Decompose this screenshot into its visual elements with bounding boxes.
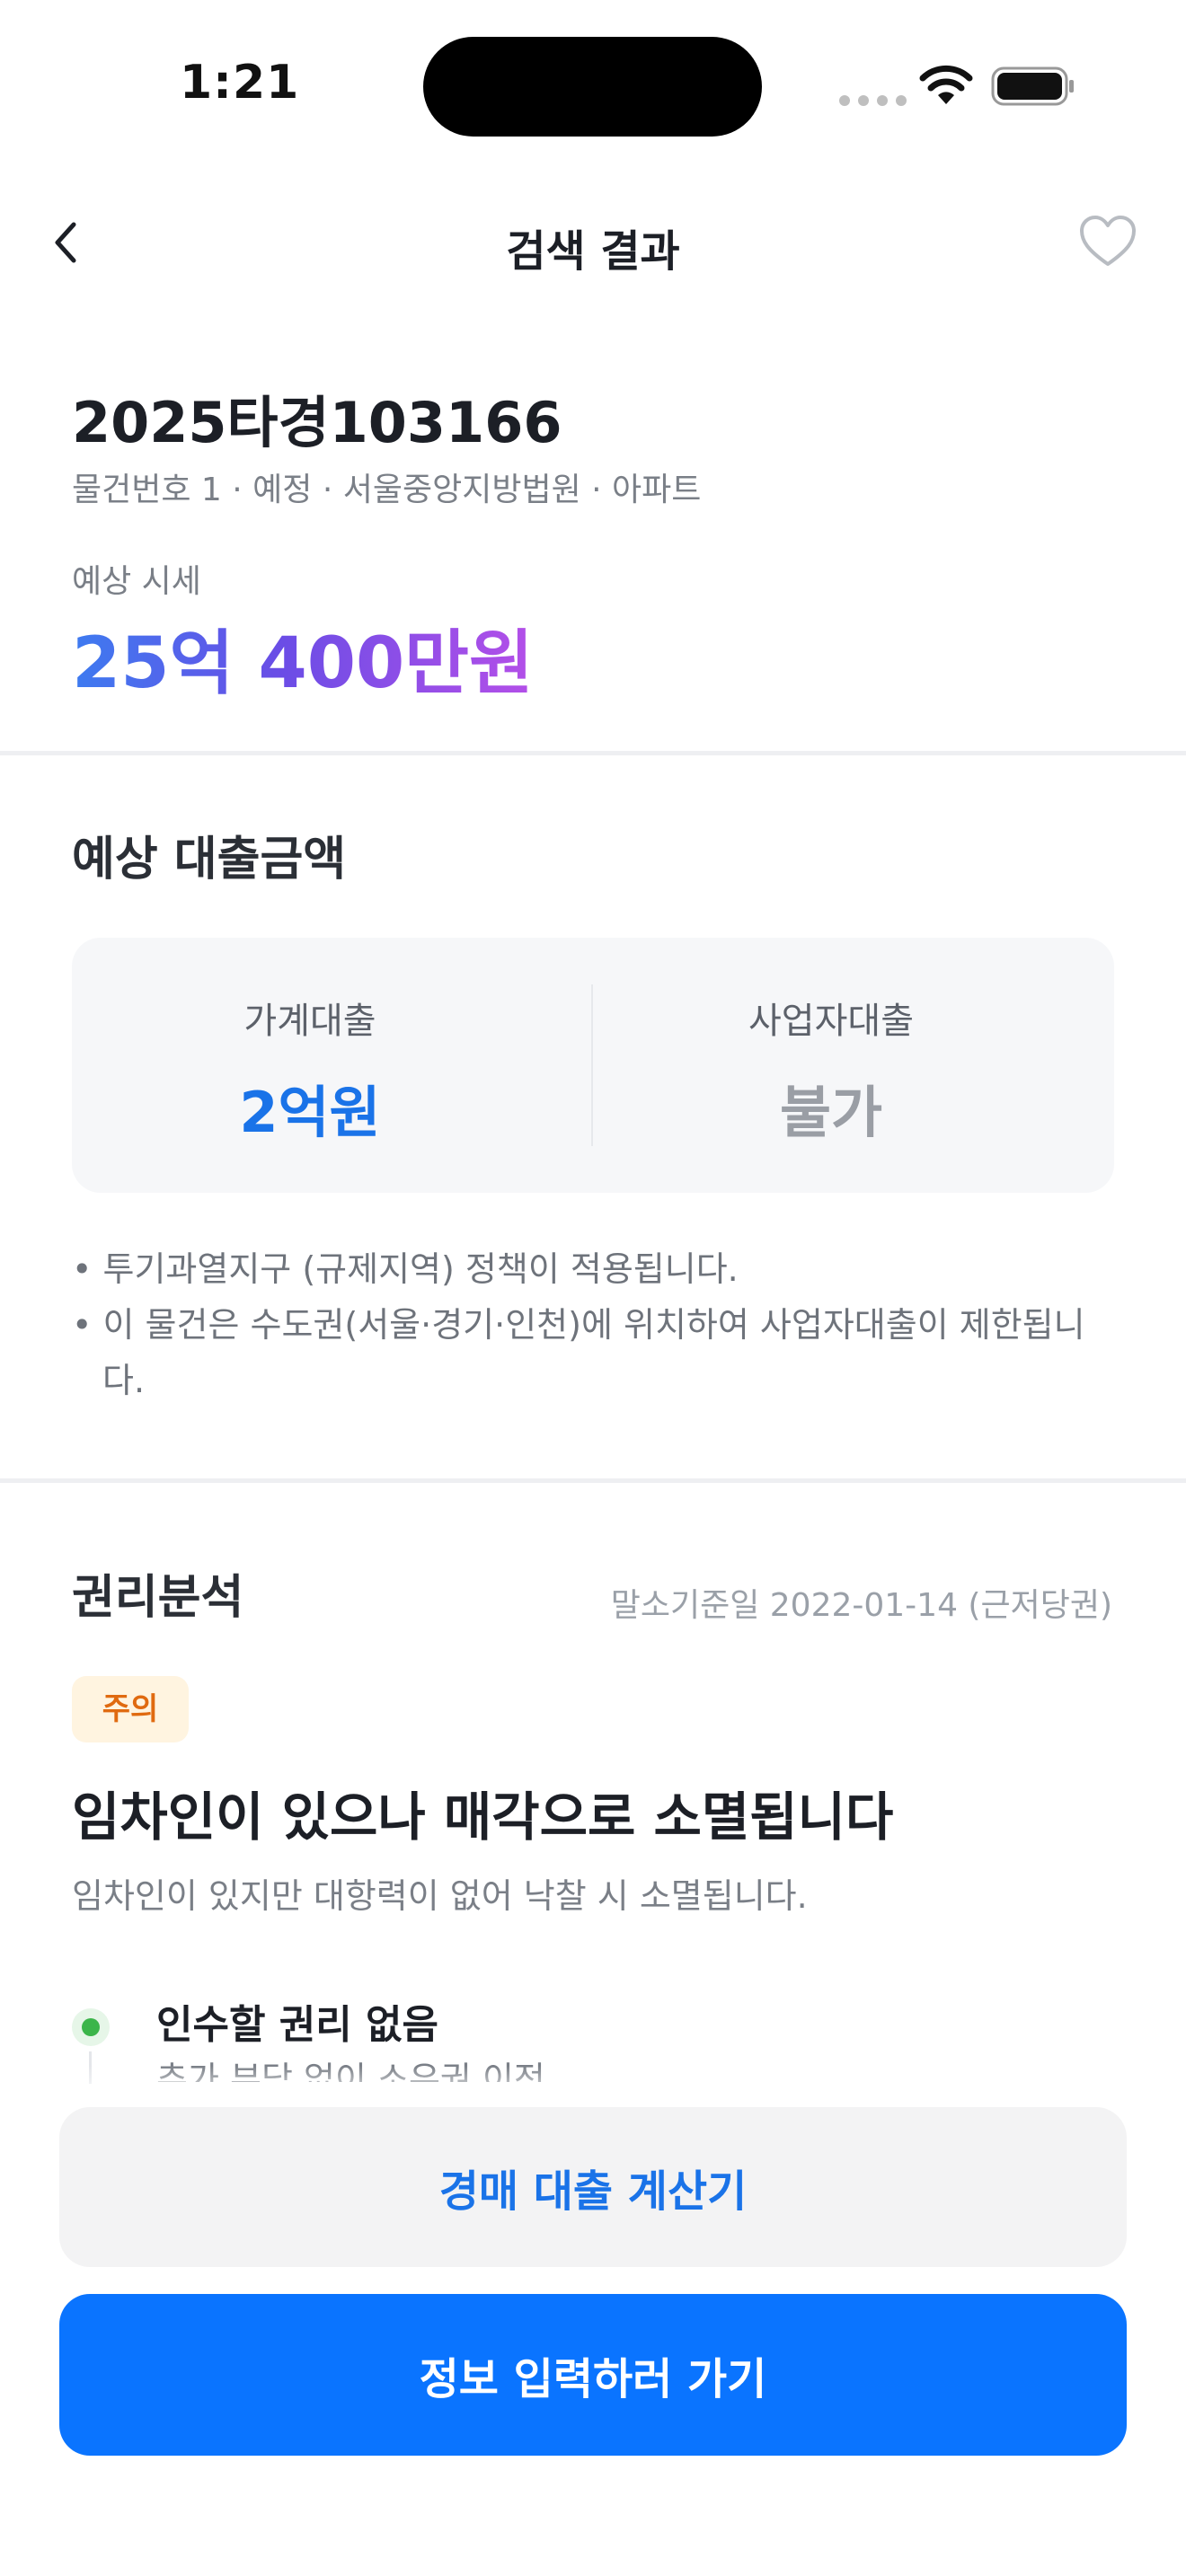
loan-note: • 투기과열지구 (규제지역) 정책이 적용됩니다. — [72, 1249, 739, 1289]
household-loan-label: 가계대출 — [243, 1001, 376, 1042]
household-loan-value: 2억원 — [239, 1080, 381, 1145]
section-divider — [0, 751, 1186, 755]
status-time: 1:21 — [180, 56, 300, 110]
rights-description: 임차인이 있지만 대항력이 없어 낙찰 시 소멸됩니다. — [72, 1876, 808, 1916]
loan-section-title: 예상 대출금액 — [72, 833, 347, 887]
enter-info-button[interactable]: 정보 입력하러 가기 — [59, 2294, 1127, 2456]
nav-bar: 검색 결과 — [0, 180, 1186, 305]
battery-icon — [991, 66, 1074, 106]
rights-section-title: 권리분석 — [72, 1571, 244, 1625]
favorite-heart-icon[interactable] — [1078, 214, 1137, 269]
page-title: 검색 결과 — [506, 226, 680, 277]
loan-notes: • 투기과열지구 (규제지역) 정책이 적용됩니다. • 이 물건은 수도권(서… — [72, 1241, 1123, 1408]
dynamic-island — [423, 37, 762, 137]
loan-note: • 이 물건은 수도권(서울·경기·인천)에 위치하여 사업자대출이 제한됩니다… — [72, 1305, 1085, 1400]
business-loan-value: 불가 — [779, 1080, 883, 1145]
wifi-icon — [919, 65, 973, 104]
loan-summary-card: 가계대출 2억원 사업자대출 불가 — [72, 938, 1114, 1193]
household-loan: 가계대출 2억원 — [72, 938, 548, 1193]
status-bar: 1:21 — [0, 0, 1186, 171]
estimated-price-value: 25억 400만원 — [72, 607, 534, 708]
caution-badge: 주의 — [72, 1676, 189, 1742]
case-meta: 물건번호 1 · 예정 · 서울중앙지방법원 · 아파트 — [72, 472, 702, 508]
section-divider — [0, 1478, 1186, 1483]
case-number: 2025타경103166 — [72, 390, 562, 455]
rights-headline: 임차인이 있으나 매각으로 소멸됩니다 — [72, 1786, 894, 1848]
business-loan-label: 사업자대출 — [748, 1001, 914, 1042]
estimated-price-label: 예상 시세 — [72, 563, 201, 600]
status-dot-icon — [72, 2008, 110, 2046]
loan-calculator-button[interactable]: 경매 대출 계산기 — [59, 2107, 1127, 2267]
business-loan: 사업자대출 불가 — [593, 938, 1069, 1193]
rights-item-title: 인수할 권리 없음 — [156, 2002, 438, 2048]
cellular-signal-icon — [839, 95, 907, 106]
rights-base-date: 말소기준일 2022-01-14 (근저당권) — [610, 1587, 1112, 1624]
